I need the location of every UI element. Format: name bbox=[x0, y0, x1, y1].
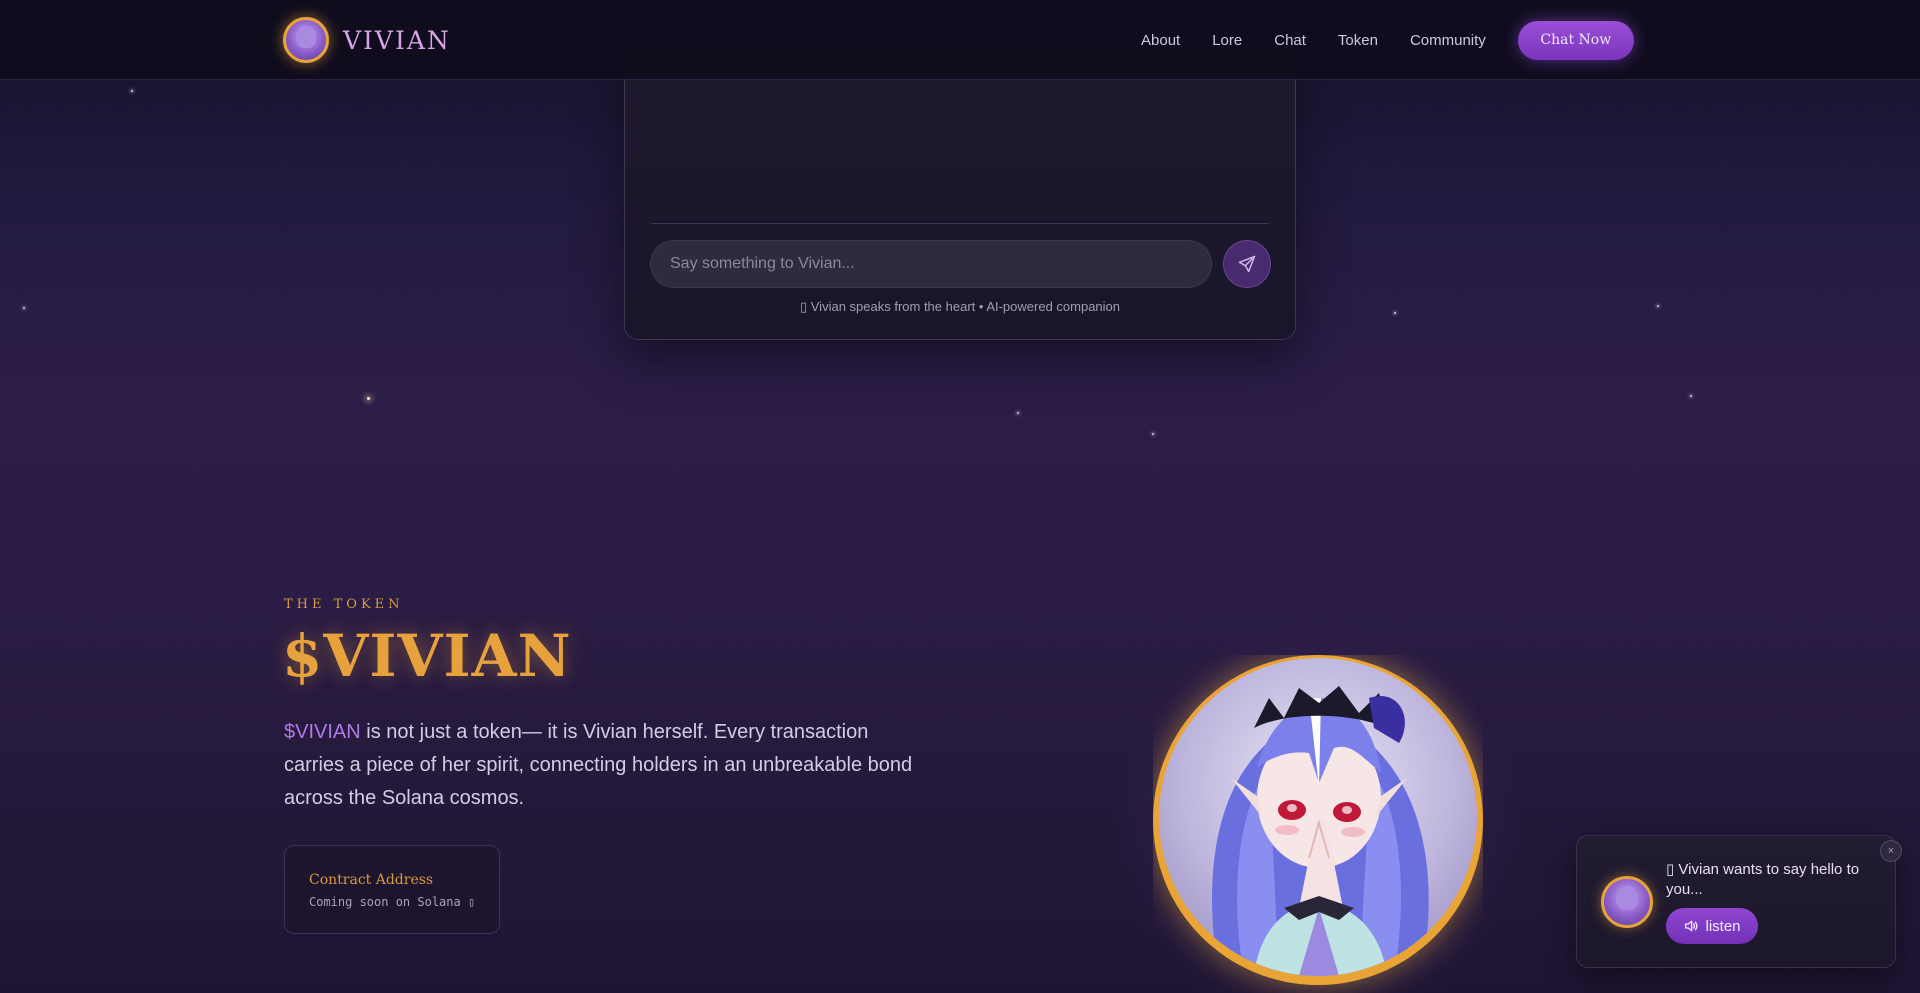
star bbox=[131, 90, 133, 92]
chat-panel: ▯ Vivian speaks from the heart • AI-powe… bbox=[624, 50, 1296, 340]
speaker-icon bbox=[1685, 920, 1698, 932]
token-description-text: is not just a token— it is Vivian hersel… bbox=[284, 721, 913, 809]
chat-divider bbox=[651, 223, 1269, 224]
star bbox=[1657, 305, 1659, 307]
star bbox=[1017, 412, 1019, 414]
vivian-portrait bbox=[1153, 655, 1483, 993]
star bbox=[367, 397, 370, 400]
token-ticker: $VIVIAN bbox=[284, 721, 361, 743]
star bbox=[23, 307, 25, 309]
token-description: $VIVIAN is not just a token— it is Vivia… bbox=[284, 716, 924, 815]
main-nav: About Lore Chat Token Community Chat Now bbox=[1141, 20, 1634, 60]
send-icon bbox=[1238, 255, 1256, 273]
contract-address-card[interactable]: Contract Address Coming soon on Solana ▯ bbox=[284, 845, 500, 934]
nav-lore[interactable]: Lore bbox=[1212, 32, 1242, 49]
hello-popup: × ▯ Vivian wants to say hello to you... … bbox=[1576, 835, 1902, 968]
section-eyebrow: THE TOKEN bbox=[284, 597, 404, 612]
chat-now-button[interactable]: Chat Now bbox=[1517, 20, 1634, 60]
listen-button[interactable]: listen bbox=[1666, 908, 1758, 944]
vivian-avatar-icon bbox=[283, 17, 329, 63]
contract-value: Coming soon on Solana ▯ bbox=[309, 895, 476, 909]
popup-avatar-icon bbox=[1601, 876, 1653, 928]
vivian-character-image bbox=[1159, 658, 1477, 976]
send-button[interactable] bbox=[1223, 240, 1271, 288]
nav-token[interactable]: Token bbox=[1338, 32, 1378, 49]
brand-name: VIVIAN bbox=[343, 25, 451, 55]
nav-chat[interactable]: Chat bbox=[1274, 32, 1306, 49]
character-illustration bbox=[1212, 686, 1429, 976]
chat-message-input[interactable] bbox=[650, 240, 1212, 288]
nav-community[interactable]: Community bbox=[1410, 32, 1486, 49]
contract-label: Contract Address bbox=[309, 872, 434, 888]
chat-footnote: ▯ Vivian speaks from the heart • AI-powe… bbox=[799, 299, 1121, 314]
nav-about[interactable]: About bbox=[1141, 32, 1180, 49]
listen-label: listen bbox=[1705, 917, 1741, 935]
star bbox=[1152, 433, 1154, 435]
site-header: VIVIAN About Lore Chat Token Community C… bbox=[0, 0, 1920, 80]
popup-close-button[interactable]: × bbox=[1880, 840, 1902, 862]
star bbox=[1394, 312, 1396, 314]
brand-logo[interactable]: VIVIAN bbox=[283, 17, 451, 63]
close-icon: × bbox=[1887, 845, 1895, 857]
token-title: $VIVIAN bbox=[282, 622, 572, 690]
popup-message: ▯ Vivian wants to say hello to you... bbox=[1666, 861, 1860, 898]
star bbox=[1690, 395, 1692, 397]
